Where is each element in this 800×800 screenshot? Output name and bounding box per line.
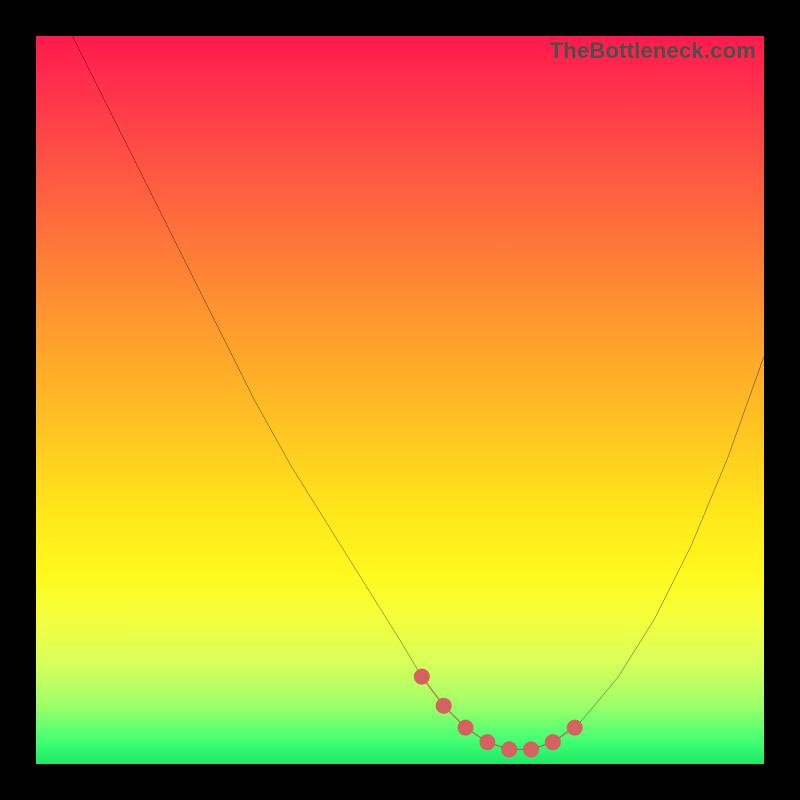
bottleneck-curve [72,36,764,749]
gradient-plot-area: TheBottleneck.com [36,36,764,764]
marker-dot [479,734,495,750]
marker-dot [458,720,474,736]
marker-dot [501,741,517,757]
highlighted-segment [414,669,583,758]
curve-layer [36,36,764,764]
marker-dot [414,669,430,685]
marker-dot [567,720,583,736]
marker-dot [545,734,561,750]
chart-frame: TheBottleneck.com [0,0,800,800]
marker-dot [436,698,452,714]
marker-dot [523,741,539,757]
